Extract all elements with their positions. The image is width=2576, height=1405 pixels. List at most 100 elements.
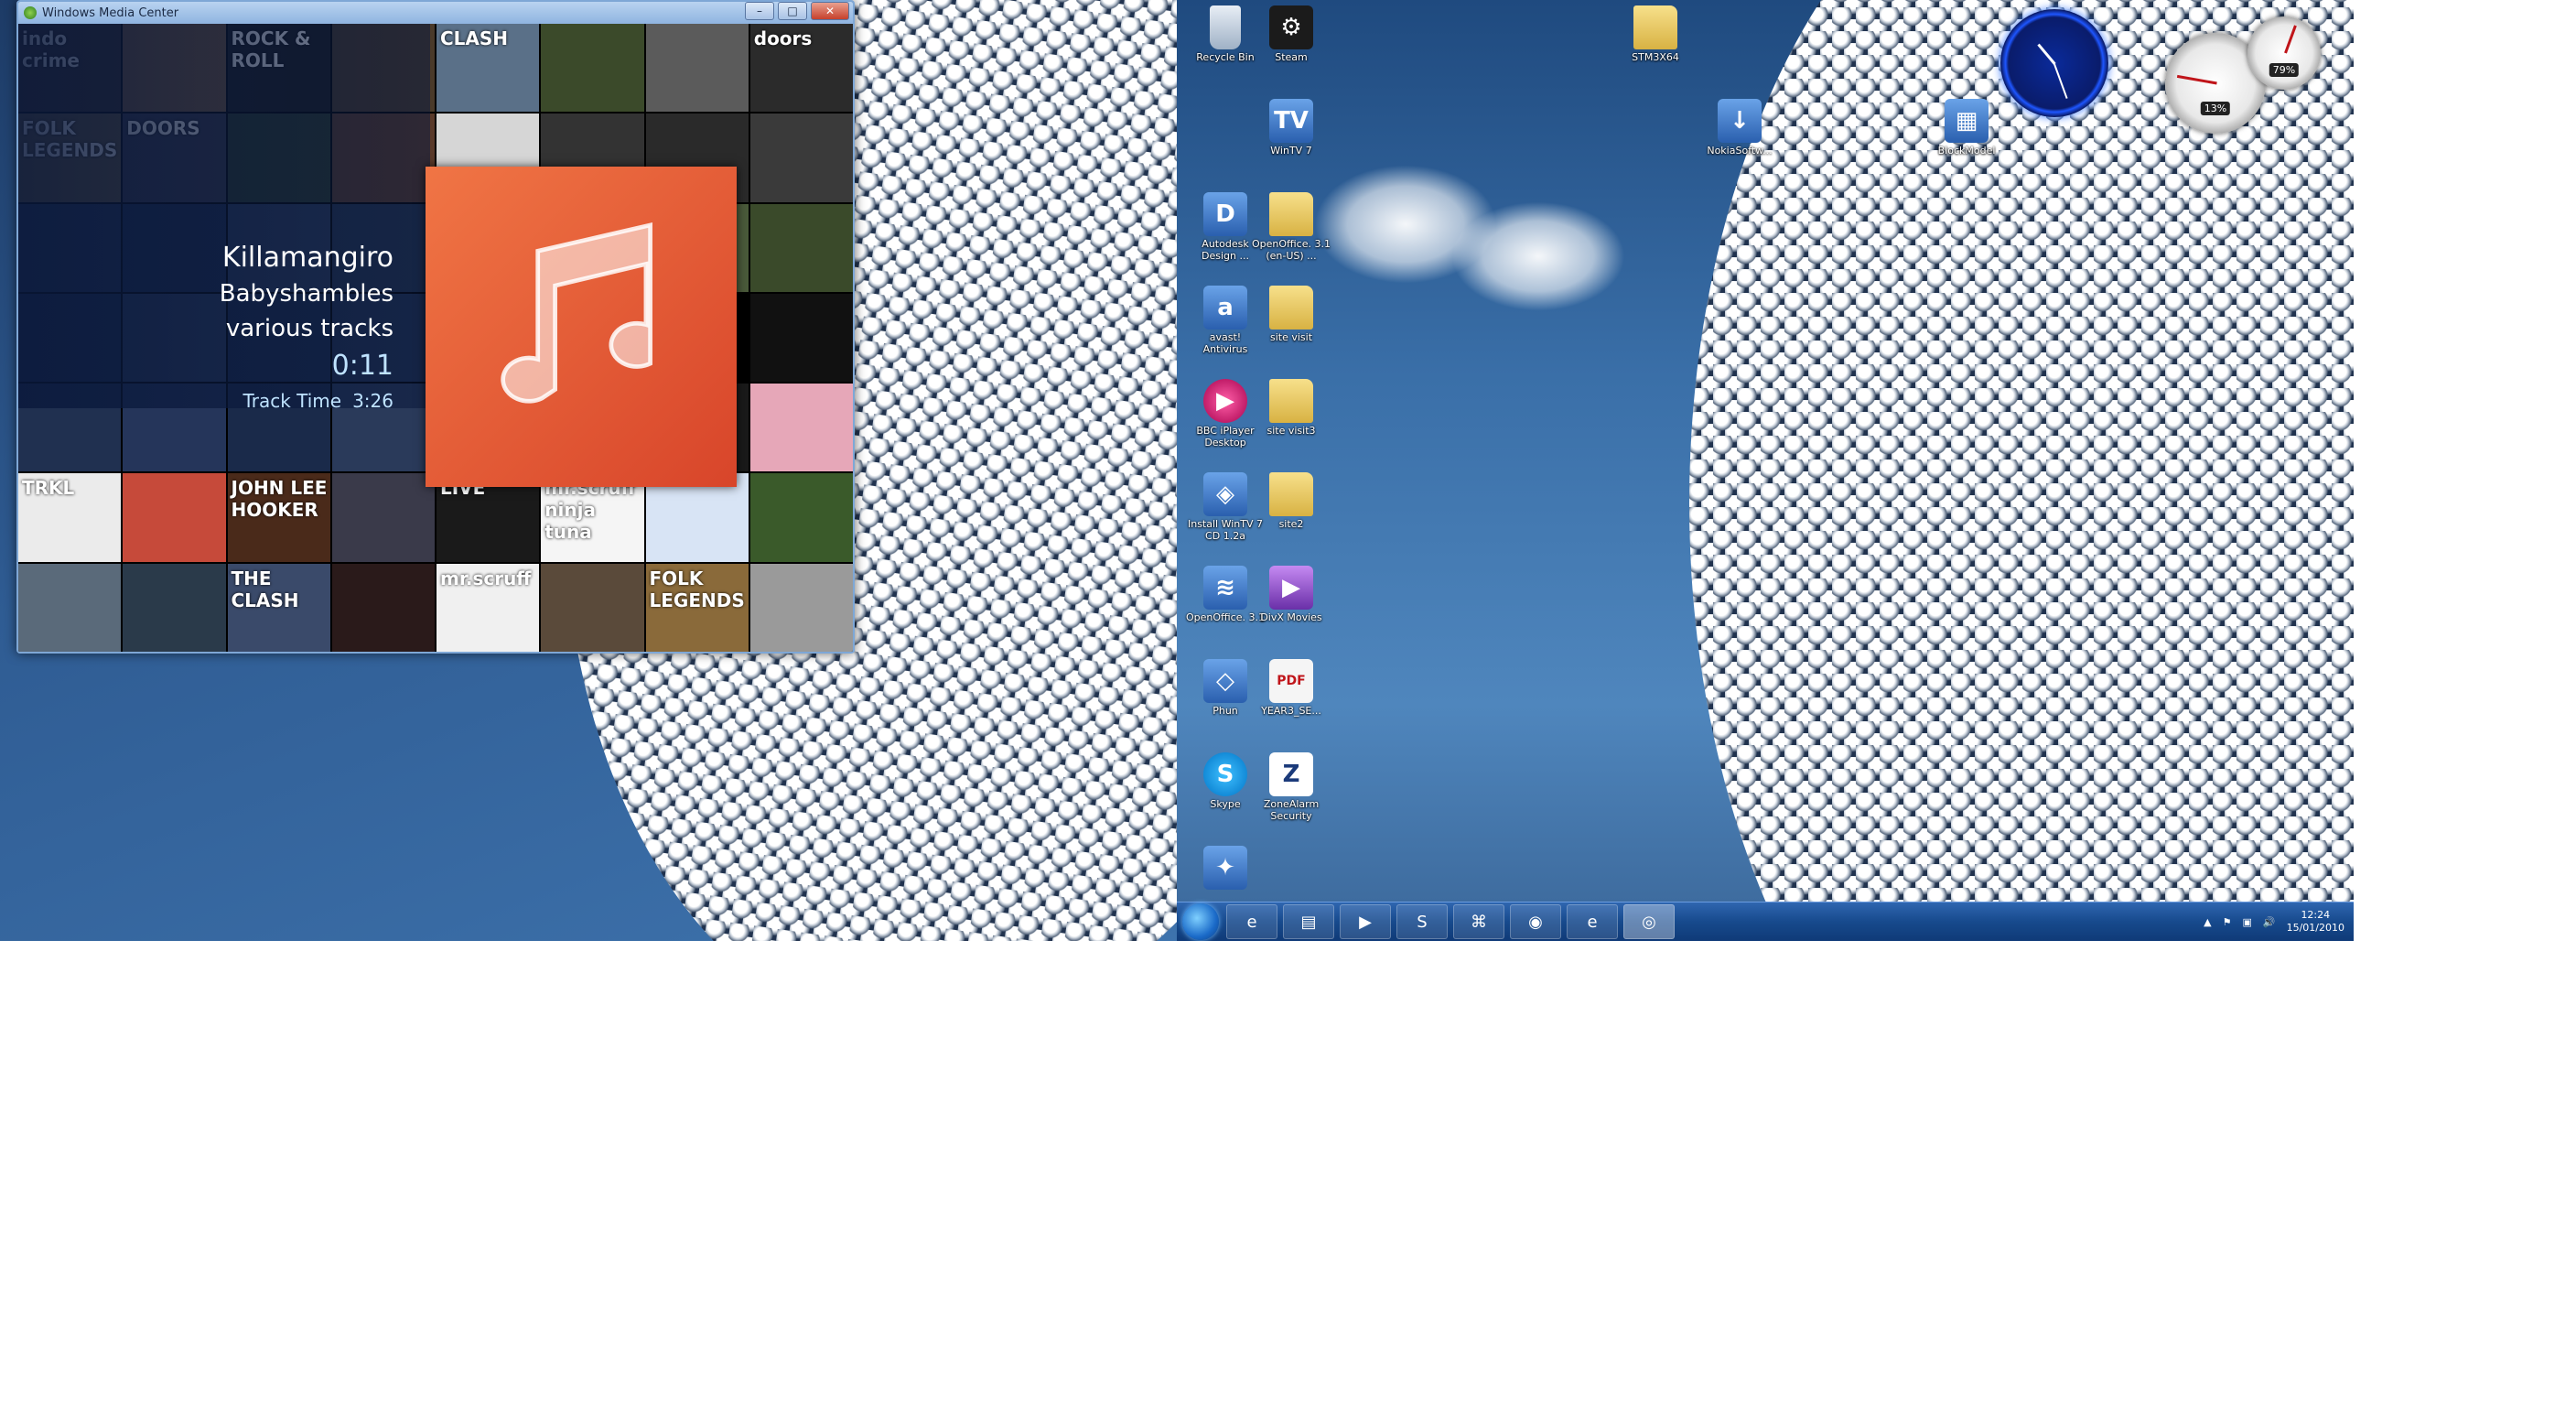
- artist-name: Babyshambles: [219, 280, 393, 308]
- folder-icon: [1269, 379, 1313, 423]
- desktop-icon[interactable]: ▶ DivX Movies: [1252, 566, 1331, 623]
- taskbar-clock[interactable]: 12:24 15/01/2010: [2287, 909, 2344, 935]
- taskbar-buttons: e ▤ ▶ S ⌘ ◉ e ◎: [1226, 904, 1680, 939]
- desktop-icon[interactable]: OpenOffice. 3.1 (en-US) ...: [1252, 192, 1331, 262]
- clock-hour-hand: [2037, 43, 2056, 65]
- desktop-icon[interactable]: ✦: [1186, 846, 1265, 892]
- desktop-icon-label: site2: [1278, 518, 1304, 530]
- album-tile[interactable]: TRKL: [18, 473, 122, 562]
- minimize-button[interactable]: –: [745, 2, 774, 20]
- album-tile[interactable]: doors: [749, 24, 853, 113]
- volume-icon[interactable]: 🔊: [2263, 916, 2276, 928]
- nokia-installer-icon: ↓: [1718, 99, 1762, 143]
- divx-icon: ▶: [1269, 566, 1313, 610]
- desktop-icon-label: BlockModel: [1937, 145, 1996, 157]
- pdf-icon: PDF: [1269, 659, 1313, 703]
- close-button[interactable]: ✕: [811, 2, 849, 20]
- zonealarm-icon: Z: [1269, 752, 1313, 796]
- album-tile-text: TRKL: [22, 477, 75, 500]
- album-tile[interactable]: [749, 473, 853, 562]
- autodesk-icon: D: [1203, 192, 1247, 236]
- clock-gadget[interactable]: [2000, 9, 2108, 117]
- action-center-flag-icon[interactable]: ⚑: [2223, 916, 2232, 928]
- ie-window-taskbar-button[interactable]: e: [1567, 904, 1618, 939]
- album-tile[interactable]: [645, 24, 749, 113]
- track-time-value: 3:26: [352, 390, 393, 412]
- explorer-taskbar-button[interactable]: ▤: [1283, 904, 1334, 939]
- album-tile[interactable]: [123, 563, 226, 652]
- album-tile[interactable]: [749, 203, 853, 292]
- memory-meter-gadget[interactable]: 79%: [2247, 16, 2321, 90]
- media-center-window[interactable]: Windows Media Center – □ ✕ indo crimeROC…: [16, 0, 855, 654]
- track-time-row: Track Time 3:26: [243, 390, 393, 412]
- media-player-taskbar-button[interactable]: ▶: [1340, 904, 1391, 939]
- folder-icon: [1633, 5, 1677, 49]
- wallpaper-cloud: [1451, 201, 1625, 311]
- album-tile[interactable]: [123, 473, 226, 562]
- album-tile-text: THE CLASH: [231, 567, 299, 611]
- tray-date: 15/01/2010: [2286, 922, 2344, 934]
- desktop-icon[interactable]: PDF YEAR3_SE...: [1252, 659, 1331, 717]
- folder-icon: [1269, 472, 1313, 516]
- desktop-icon[interactable]: TV WinTV 7: [1252, 99, 1331, 157]
- openoffice-icon: ≋: [1203, 566, 1247, 610]
- desktop-icon[interactable]: site2: [1252, 472, 1331, 530]
- avast-icon: a: [1203, 286, 1247, 330]
- album-tile[interactable]: [749, 563, 853, 652]
- desktop-icon-label: OpenOffice. 3.1 (en-US) ...: [1252, 238, 1331, 262]
- album-tile[interactable]: [331, 473, 435, 562]
- cpu-needle: [2176, 74, 2217, 85]
- album-tile-text: FOLK LEGENDS: [649, 567, 745, 611]
- desktop-icon[interactable]: STM3X64: [1616, 5, 1695, 63]
- network-icon[interactable]: ▣: [2242, 916, 2251, 928]
- album-tile[interactable]: [749, 384, 853, 472]
- music-note-icon: [501, 222, 652, 404]
- shortcut-icon: ✦: [1203, 846, 1247, 890]
- taskbar: e ▤ ▶ S ⌘ ◉ e ◎ ▲ ⚑ ▣ 🔊 12:24 15/01/2010: [1177, 902, 2354, 941]
- album-tile[interactable]: JOHN LEE HOOKER: [227, 473, 330, 562]
- start-button[interactable]: [1182, 903, 1219, 940]
- desktop-icon-label: DivX Movies: [1260, 611, 1322, 623]
- desktop-icon-label: WinTV 7: [1270, 145, 1312, 157]
- desktop-icon[interactable]: Z ZoneAlarm Security: [1252, 752, 1331, 822]
- tray-time: 12:24: [2301, 909, 2331, 921]
- album-tile[interactable]: [749, 113, 853, 202]
- network-taskbar-button[interactable]: ⌘: [1453, 904, 1504, 939]
- album-tile[interactable]: FOLK LEGENDS: [645, 563, 749, 652]
- desktop-icon[interactable]: ↓ NokiaSoftw...: [1700, 99, 1779, 157]
- desktop-icon-label: Steam: [1275, 51, 1308, 63]
- maximize-button[interactable]: □: [778, 2, 807, 20]
- media-center-titlebar[interactable]: Windows Media Center – □ ✕: [18, 2, 853, 24]
- desktop-icon[interactable]: site visit: [1252, 286, 1331, 343]
- album-tile[interactable]: mr.scruff: [437, 563, 540, 652]
- album-tile[interactable]: [541, 24, 644, 113]
- desktop-icon[interactable]: ▦ BlockModel: [1927, 99, 2006, 157]
- phun-icon: ◇: [1203, 659, 1247, 703]
- album-tile[interactable]: THE CLASH: [227, 563, 330, 652]
- show-hidden-icons-icon[interactable]: ▲: [2204, 916, 2211, 928]
- album-tile[interactable]: CLASH: [437, 24, 540, 113]
- left-monitor-desktop: Windows Media Center – □ ✕ indo crimeROC…: [0, 0, 1177, 941]
- ie-taskbar-button[interactable]: e: [1226, 904, 1277, 939]
- blockmodel-icon: ▦: [1945, 99, 1989, 143]
- album-tile[interactable]: [331, 563, 435, 652]
- desktop-icon[interactable]: ⚙ Steam: [1252, 5, 1331, 63]
- folder-icon: [1269, 192, 1313, 236]
- media-center-taskbar-button[interactable]: ◉: [1510, 904, 1561, 939]
- bbc-iplayer-icon: ▶: [1203, 379, 1247, 423]
- album-tile-text: doors: [753, 27, 813, 49]
- desktop-icon[interactable]: site visit3: [1252, 379, 1331, 437]
- wintv-icon: TV: [1269, 99, 1313, 143]
- album-tile[interactable]: [541, 563, 644, 652]
- memory-needle: [2284, 25, 2297, 54]
- track-time-label: Track Time: [243, 390, 342, 412]
- window-title: Windows Media Center: [42, 5, 179, 20]
- album-tile-text: mr.scruff: [440, 567, 532, 589]
- album-tile-text: CLASH: [440, 27, 509, 49]
- album-tile[interactable]: [749, 293, 853, 383]
- active-window-taskbar-button[interactable]: ◎: [1623, 904, 1675, 939]
- desktop-icon-label: NokiaSoftw...: [1707, 145, 1773, 157]
- now-playing-album-art[interactable]: [426, 167, 737, 487]
- skype-taskbar-button[interactable]: S: [1396, 904, 1448, 939]
- album-tile[interactable]: [18, 563, 122, 652]
